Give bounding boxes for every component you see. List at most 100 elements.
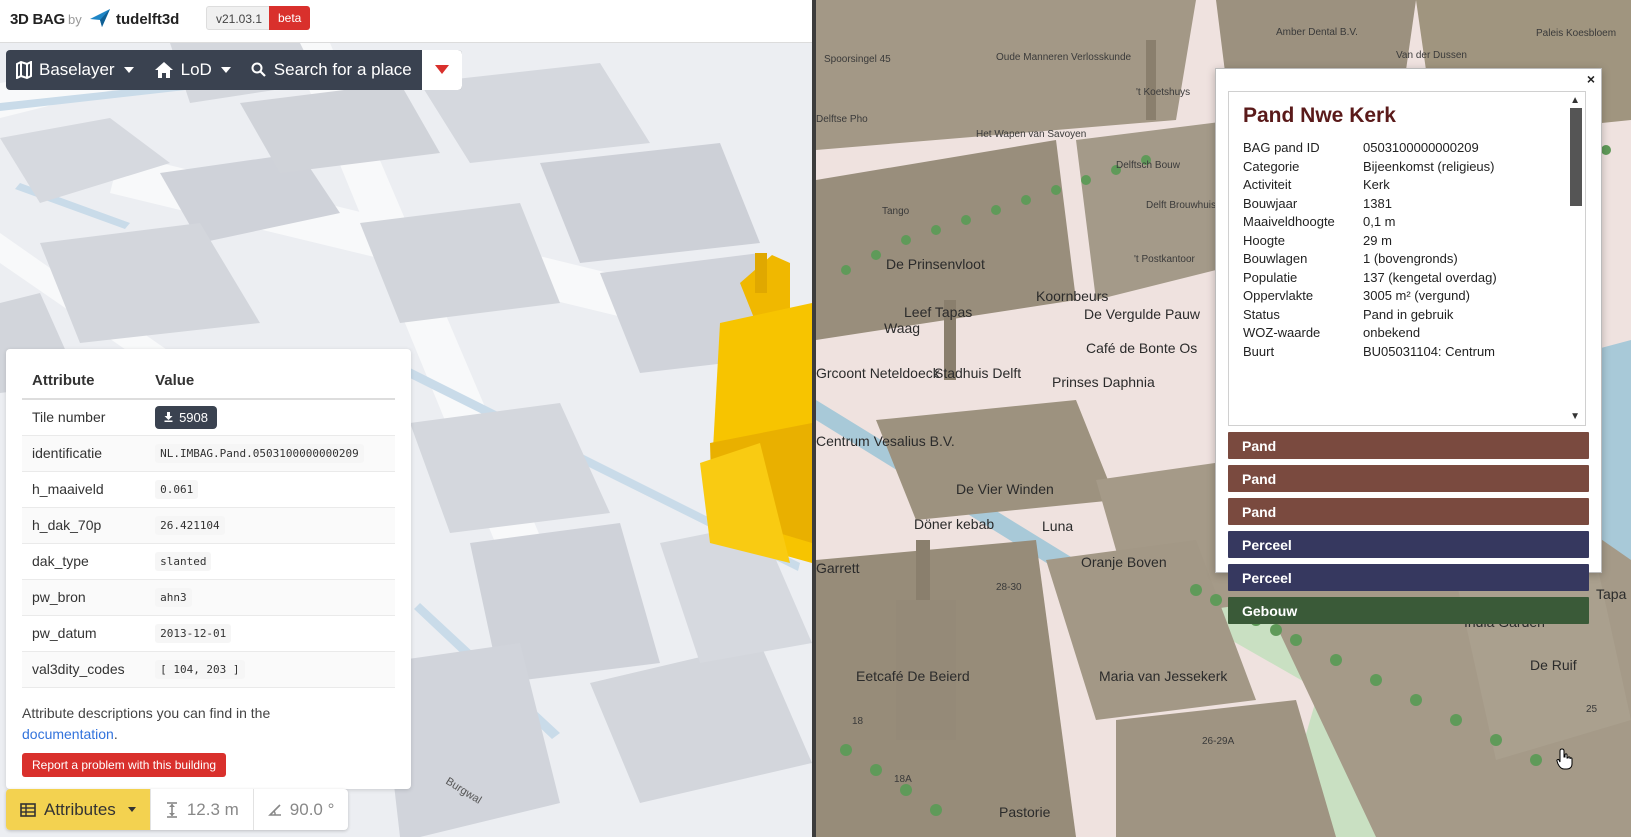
layer-item[interactable]: Perceel [1228,531,1589,558]
poi-label: Garrett [816,560,860,576]
info-row: Bouwjaar 1381 [1243,196,1585,215]
documentation-link[interactable]: documentation [22,726,114,742]
attribute-value: 0.061 [155,479,199,499]
report-problem-button[interactable]: Report a problem with this building [22,752,227,777]
poi-label: Luna [1042,518,1074,534]
info-row: Oppervlakte 3005 m² (vergund) [1243,288,1585,307]
height-readout[interactable]: 12.3 m [149,789,253,830]
street-number-label: 26-29A [1202,736,1235,747]
table-row: pw_bron ahn3 [22,579,395,616]
info-key: WOZ-waarde [1243,325,1321,340]
angle-readout[interactable]: 90.0 ° [252,789,349,830]
popup-title: Pand Nwe Kerk [1243,104,1396,127]
layer-item[interactable]: Pand [1228,465,1589,492]
poi-label: De Ruif [1530,657,1577,673]
poi-label-small: Spoorsingel 45 [824,54,891,65]
info-value: 0,1 m [1363,214,1396,229]
attribute-docs-note: Attribute descriptions you can find in t… [22,703,395,745]
table-row: Tile number 5908 [22,399,395,436]
attributes-toggle-label: Attributes [44,799,116,819]
info-value: Bijeenkomst (religieus) [1363,158,1495,174]
attributes-toggle-button[interactable]: Attributes [6,789,150,830]
poi-label: Grcoont Neteldoeck [816,365,940,381]
popup-scroll-area[interactable]: Pand Nwe Kerk BAG pand ID 050310000000020… [1228,91,1586,426]
search-place-button[interactable]: Search for a place [241,50,422,90]
poi-label-small: Delftse Pho [816,114,868,125]
scrollbar-thumb[interactable] [1570,108,1582,206]
height-value: 12.3 m [186,799,239,819]
lod-dropdown[interactable]: LoD [144,50,241,90]
scroll-down-arrow-icon[interactable]: ▼ [1570,411,1580,422]
table-row: h_maaiveld 0.061 [22,471,395,508]
info-key: Populatie [1243,269,1298,285]
layer-item[interactable]: Gebouw [1228,597,1589,624]
info-row: Categorie Bijeenkomst (religieus) [1243,159,1585,178]
angle-value: 90.0 ° [289,799,335,819]
chevron-down-icon [220,67,231,73]
poi-label: De Vier Winden [956,481,1054,497]
attribute-key: h_maaiveld [22,471,146,508]
info-value: 1381 [1363,195,1392,211]
poi-label: Maria van Jessekerk [1099,668,1228,684]
poi-label: Prinses Daphnia [1052,374,1155,390]
hand-cursor-icon [1556,748,1573,770]
info-value: BU05031104: Centrum [1363,343,1496,359]
table-row: h_dak_70p 26.421104 [22,507,395,544]
poi-label: Stadhuis Delft [934,365,1022,381]
layer-item[interactable]: Pand [1228,432,1589,459]
attribute-key: h_dak_70p [22,507,146,544]
poi-label-small: Delft Brouwhuis [1146,200,1217,211]
report-flag-button[interactable] [421,50,462,90]
poi-label-small: Van der Dussen [1396,50,1467,61]
link-suffix: . [113,725,118,742]
info-value: 137 (kengetal overdag) [1363,269,1497,285]
info-value: 0503100000000209 [1363,140,1479,155]
building-info-popup: × Pand Nwe Kerk BAG pand ID 0503100000000… [1215,68,1602,624]
layer-item[interactable]: Pand [1228,498,1589,525]
poi-label: Waag [884,320,921,336]
info-key: Bouwlagen [1243,251,1308,266]
poi-label: Eetcafé De Beierd [856,668,970,684]
poi-label: Centrum Vesalius B.V. [816,433,955,449]
version-badge: v21.03.1 [206,6,273,30]
street-number-label: 25 [1586,704,1598,715]
baselayer-label: Baselayer [39,60,115,79]
attribute-key: pw_datum [22,615,146,652]
info-key: Activiteit [1243,177,1292,192]
attribute-value: [ 104, 203 ] [155,659,245,679]
table-icon [20,802,36,817]
poi-label: Café de Bonte Os [1086,340,1198,356]
info-key: Buurt [1243,343,1275,359]
poi-label: De Vergulde Pauw [1084,306,1200,322]
attribute-value: 26.421104 [155,515,225,535]
tile-download-button[interactable]: 5908 [155,405,217,429]
info-value: 29 m [1363,232,1392,248]
layer-item[interactable]: Perceel [1228,564,1589,591]
info-key: Bouwjaar [1243,195,1298,211]
scroll-up-arrow-icon[interactable]: ▲ [1570,95,1580,106]
poi-label: Oranje Boven [1081,554,1167,570]
left-viewer-pane[interactable]: Burgwal 3D BAG by tudelft3d v21.03.1 bet… [0,0,812,837]
home-icon [154,62,173,78]
street-number-label: 28-30 [996,582,1022,593]
close-icon[interactable]: × [1587,71,1595,87]
info-key: Hoogte [1243,232,1285,248]
table-row: pw_datum 2013-12-01 [22,615,395,652]
tile-number: 5908 [179,409,208,425]
info-key: Oppervlakte [1243,288,1314,303]
poi-label: Pastorie [999,804,1051,820]
angle-icon [267,803,281,816]
attribute-value: NL.IMBAG.Pand.0503100000000209 [155,443,364,463]
org-name[interactable]: tudelft3d [116,11,179,28]
info-value: 1 (bovengronds) [1363,251,1458,266]
poi-label-small: 't Postkantoor [1134,254,1195,265]
column-header-attribute: Attribute [22,365,146,400]
info-key: Maaiveldhoogte [1243,214,1335,229]
download-icon [164,412,173,423]
info-row: Bouwlagen 1 (bovengronds) [1243,251,1585,270]
attribute-key: dak_type [22,543,146,580]
baselayer-dropdown[interactable]: Baselayer [6,50,144,90]
app-brand[interactable]: 3D BAG [10,11,65,28]
poi-label: Koornbeurs [1036,288,1109,304]
app-header: 3D BAG by tudelft3d v21.03.1 beta [0,0,812,43]
